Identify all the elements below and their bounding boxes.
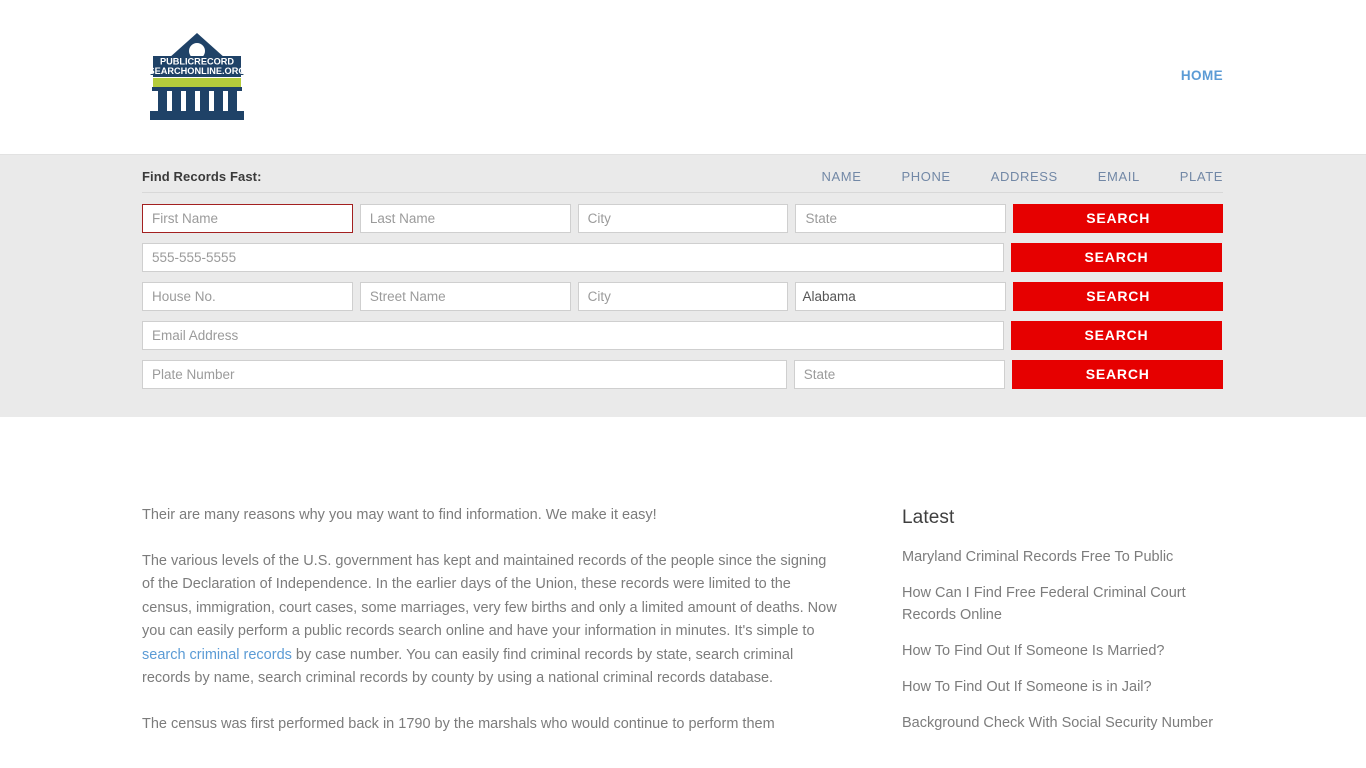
name-search-row: SEARCH bbox=[142, 204, 1224, 233]
tab-name[interactable]: NAME bbox=[802, 169, 882, 184]
search-type-tabs: NAME PHONE ADDRESS EMAIL PLATE bbox=[802, 169, 1224, 184]
address-search-row: Alabama SEARCH bbox=[142, 282, 1223, 311]
street-name-input[interactable] bbox=[359, 282, 571, 311]
main-navigation: HOME bbox=[1181, 68, 1223, 83]
name-search-button[interactable]: SEARCH bbox=[1013, 204, 1224, 233]
site-logo[interactable]: PUBLICRECORD SEARCHONLINE.ORG bbox=[147, 31, 247, 124]
list-item: Maryland Criminal Records Free To Public bbox=[902, 546, 1224, 568]
history-paragraph: The various levels of the U.S. governmen… bbox=[142, 550, 842, 691]
latest-link-0[interactable]: Maryland Criminal Records Free To Public bbox=[902, 546, 1224, 568]
census-paragraph: The census was first performed back in 1… bbox=[142, 715, 775, 732]
plate-search-row: SEARCH bbox=[142, 360, 1223, 389]
phone-input[interactable] bbox=[142, 243, 1004, 272]
list-item: How To Find Out If Someone Is Married? bbox=[902, 640, 1224, 662]
courthouse-logo-icon: PUBLICRECORD SEARCHONLINE.ORG bbox=[149, 33, 246, 120]
email-search-button[interactable]: SEARCH bbox=[1011, 321, 1222, 350]
history-paragraph-part1: The various levels of the U.S. governmen… bbox=[142, 552, 837, 640]
latest-link-2[interactable]: How To Find Out If Someone Is Married? bbox=[902, 640, 1224, 662]
email-search-row: SEARCH bbox=[142, 321, 1223, 350]
email-input[interactable] bbox=[142, 321, 1004, 350]
plate-search-button[interactable]: SEARCH bbox=[1012, 360, 1223, 389]
first-name-input[interactable] bbox=[142, 204, 353, 233]
nav-link-home[interactable]: HOME bbox=[1181, 68, 1223, 83]
article-column: Their are many reasons why you may want … bbox=[142, 504, 842, 758]
search-panel-header: Find Records Fast: NAME PHONE ADDRESS EM… bbox=[142, 155, 1223, 193]
address-city-input[interactable] bbox=[577, 282, 789, 311]
address-state-select[interactable]: Alabama bbox=[795, 282, 1007, 311]
list-item: How To Find Out If Someone is in Jail? bbox=[902, 676, 1224, 698]
list-item: Background Check With Social Security Nu… bbox=[902, 712, 1224, 734]
address-search-button[interactable]: SEARCH bbox=[1013, 282, 1223, 311]
latest-list: Maryland Criminal Records Free To Public… bbox=[902, 546, 1224, 734]
intro-paragraph: Their are many reasons why you may want … bbox=[142, 507, 657, 523]
house-number-input[interactable] bbox=[142, 282, 353, 311]
list-item: How Can I Find Free Federal Criminal Cou… bbox=[902, 582, 1224, 626]
name-state-input[interactable] bbox=[795, 204, 1007, 233]
plate-number-input[interactable] bbox=[142, 360, 787, 389]
search-panel: Find Records Fast: NAME PHONE ADDRESS EM… bbox=[0, 155, 1366, 417]
latest-sidebar: Latest Maryland Criminal Records Free To… bbox=[902, 504, 1224, 758]
latest-link-4[interactable]: Background Check With Social Security Nu… bbox=[902, 712, 1224, 734]
search-forms: SEARCH SEARCH Alabama SEARCH SEARCH bbox=[142, 204, 1224, 389]
latest-link-1[interactable]: How Can I Find Free Federal Criminal Cou… bbox=[902, 582, 1224, 626]
plate-state-input[interactable] bbox=[793, 360, 1006, 389]
logo-text-line1: PUBLICRECORD bbox=[160, 57, 234, 67]
phone-search-row: SEARCH bbox=[142, 243, 1223, 272]
search-criminal-records-link[interactable]: search criminal records bbox=[142, 647, 292, 663]
name-city-input[interactable] bbox=[577, 204, 789, 233]
latest-link-3[interactable]: How To Find Out If Someone is in Jail? bbox=[902, 676, 1224, 698]
phone-search-button[interactable]: SEARCH bbox=[1011, 243, 1222, 272]
tab-plate[interactable]: PLATE bbox=[1160, 169, 1223, 184]
latest-title: Latest bbox=[902, 507, 955, 528]
tab-address[interactable]: ADDRESS bbox=[971, 169, 1078, 184]
tab-email[interactable]: EMAIL bbox=[1078, 169, 1160, 184]
tab-phone[interactable]: PHONE bbox=[881, 169, 970, 184]
last-name-input[interactable] bbox=[359, 204, 571, 233]
site-header: PUBLICRECORD SEARCHONLINE.ORG HOME bbox=[0, 0, 1366, 155]
search-panel-title: Find Records Fast: bbox=[142, 168, 262, 184]
logo-text-line2: SEARCHONLINE.ORG bbox=[149, 66, 246, 76]
